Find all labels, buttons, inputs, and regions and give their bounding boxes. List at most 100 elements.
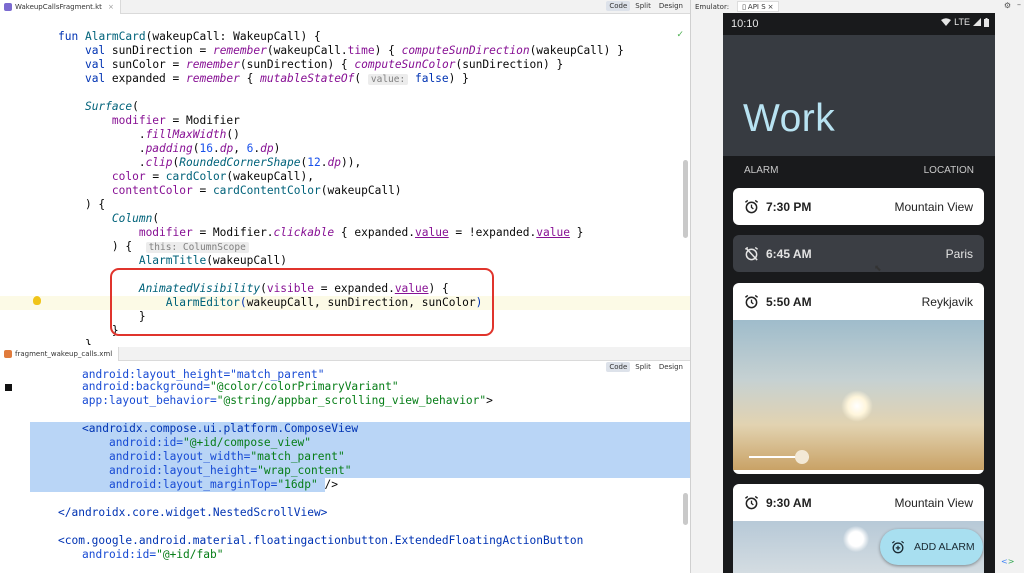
xml-editor-pane[interactable]: fragment_wakeup_calls.xml Code Split Des… xyxy=(0,345,690,573)
add-alarm-button[interactable]: ADD ALARM xyxy=(880,529,983,565)
alarm-clock-icon xyxy=(744,495,759,510)
column-location: LOCATION xyxy=(923,165,974,176)
alarm-time: 5:50 AM xyxy=(766,295,812,309)
alarm-location: Reykjavik xyxy=(921,295,973,309)
editor-tabbar: fragment_wakeup_calls.xml xyxy=(0,347,690,361)
status-icons: LTE xyxy=(941,17,989,27)
code-line: android:layout_marginTop="16dp" /> xyxy=(108,478,338,491)
alarm-time: 7:30 PM xyxy=(766,200,812,214)
code-line: android:id="@+id/compose_view" xyxy=(108,436,312,449)
minimize-icon[interactable]: – xyxy=(1017,0,1021,9)
code-line: .clip(RoundedCornerShape(12.dp)), xyxy=(58,156,362,169)
code-line: Column( xyxy=(111,212,160,225)
page-title: Work xyxy=(743,97,836,140)
emulator-label: Emulator: xyxy=(695,2,730,11)
design-mode-button[interactable]: Design xyxy=(656,362,686,372)
add-alarm-icon xyxy=(891,540,905,554)
gutter-marker-icon xyxy=(5,384,12,391)
wifi-icon xyxy=(941,18,952,26)
list-header: ALARM LOCATION xyxy=(723,165,995,179)
highlight-box xyxy=(110,268,494,336)
file-tab-label: WakeupCallsFragment.kt xyxy=(15,3,102,11)
view-mode-switch: Code Split Design xyxy=(606,362,686,372)
emulator-toolbar: Emulator: ▯ API S × ⚙ – xyxy=(691,0,1024,13)
design-mode-button[interactable]: Design xyxy=(656,1,686,11)
alarm-card[interactable]: 7:30 PM Mountain View xyxy=(733,188,984,225)
code-line: android:layout_height="wrap_content" xyxy=(108,464,352,477)
code-line: <androidx.compose.ui.platform.ComposeVie… xyxy=(82,422,359,435)
code-line: ) { this: ColumnScope xyxy=(58,240,249,254)
sun-sky-editor xyxy=(733,320,984,470)
sun-icon xyxy=(841,390,873,422)
sun-icon xyxy=(843,526,869,552)
alarm-location: Mountain View xyxy=(894,496,974,510)
code-line: android:layout_width="match_parent" xyxy=(108,450,345,463)
alarm-off-icon xyxy=(744,246,759,261)
time-slider-thumb[interactable] xyxy=(795,450,809,464)
fab-label: ADD ALARM xyxy=(914,541,975,553)
signal-icon xyxy=(973,18,981,26)
code-line: color = cardColor(wakeupCall), xyxy=(111,170,314,183)
app-bar: Work xyxy=(723,35,995,156)
code-line: fun AlarmCard(wakeupCall: WakeupCall) { xyxy=(58,30,321,43)
gear-icon[interactable]: ⚙ xyxy=(1004,1,1011,10)
mouse-cursor-icon: ⬉ xyxy=(874,264,882,274)
code-line: } xyxy=(58,338,92,345)
screen: WakeupCallsFragment.kt × Code Split Desi… xyxy=(0,0,1024,573)
split-mode-button[interactable]: Split xyxy=(632,1,654,11)
code-line: modifier = Modifier.clickable { expanded… xyxy=(138,226,584,239)
code-line: contentColor = cardContentColor(wakeupCa… xyxy=(111,184,402,197)
alarm-time: 9:30 AM xyxy=(766,496,812,510)
editor-tabbar: WakeupCallsFragment.kt × Code Split Desi… xyxy=(0,0,690,14)
scope-hint: this: ColumnScope xyxy=(145,242,249,253)
alarm-location: Mountain View xyxy=(894,200,974,214)
code-line: AlarmTitle(wakeupCall) xyxy=(138,254,288,267)
view-mode-switch: Code Split Design xyxy=(606,1,686,11)
inspection-ok-icon: ✓ xyxy=(676,30,684,40)
code-line: android:background="@color/colorPrimaryV… xyxy=(82,380,399,393)
status-bar: 10:10 LTE xyxy=(723,13,995,35)
parameter-hint: value: xyxy=(367,74,409,85)
alarm-clock-icon xyxy=(744,294,759,309)
code-line: .fillMaxWidth() xyxy=(58,128,240,141)
code-line: android:id="@+id/fab" xyxy=(82,548,224,561)
vertical-scrollbar[interactable] xyxy=(683,493,688,525)
code-line: .padding(16.dp, 6.dp) xyxy=(58,142,281,155)
phone-icon: ▯ xyxy=(742,2,746,11)
code-line: modifier = Modifier xyxy=(111,114,240,127)
code-line: app:layout_behavior="@string/appbar_scro… xyxy=(82,394,493,407)
battery-icon xyxy=(984,17,989,27)
code-line: <com.google.android.material.floatingact… xyxy=(58,534,584,547)
alarm-time: 6:45 AM xyxy=(766,247,812,261)
code-editor: WakeupCallsFragment.kt × Code Split Desi… xyxy=(0,0,690,573)
alarm-card-expanded[interactable]: 5:50 AM Reykjavik xyxy=(733,283,984,474)
close-icon[interactable]: × xyxy=(768,3,774,11)
column-alarm: ALARM xyxy=(744,165,779,176)
code-mode-button[interactable]: Code xyxy=(606,362,631,372)
code-line: ) { xyxy=(58,198,106,211)
xml-file-icon xyxy=(4,350,12,358)
code-mode-button[interactable]: Code xyxy=(606,1,631,11)
device-tab[interactable]: ▯ API S × xyxy=(737,1,779,12)
code-line: Surface( xyxy=(84,100,139,113)
file-tab-label: fragment_wakeup_calls.xml xyxy=(15,350,113,358)
status-time: 10:10 xyxy=(731,18,759,30)
alarm-card[interactable]: 6:45 AM Paris xyxy=(733,235,984,272)
alarm-clock-icon xyxy=(744,199,759,214)
close-icon[interactable]: × xyxy=(108,3,114,11)
device-name: API S xyxy=(747,2,766,11)
split-mode-button[interactable]: Split xyxy=(632,362,654,372)
intention-bulb-icon[interactable] xyxy=(33,296,41,305)
phone-screen: 10:10 LTE Work ALARM LOCATION 7:30 PM Mo… xyxy=(723,13,995,573)
vertical-scrollbar[interactable] xyxy=(683,160,688,238)
code-line: val sunColor = remember(sunDirection) { … xyxy=(84,58,564,71)
code-line: val expanded = remember { mutableStateOf… xyxy=(84,72,469,85)
network-type: LTE xyxy=(954,17,970,27)
code-line: </androidx.core.widget.NestedScrollView> xyxy=(58,506,328,519)
kotlin-file-icon xyxy=(4,3,12,11)
file-tab-kotlin[interactable]: WakeupCallsFragment.kt × xyxy=(0,0,121,14)
kotlin-editor-pane[interactable]: WakeupCallsFragment.kt × Code Split Desi… xyxy=(0,0,690,345)
code-line: val sunDirection = remember(wakeupCall.t… xyxy=(84,44,624,57)
brand-logo-icon: <> xyxy=(1001,557,1015,566)
file-tab-xml[interactable]: fragment_wakeup_calls.xml xyxy=(0,347,120,361)
